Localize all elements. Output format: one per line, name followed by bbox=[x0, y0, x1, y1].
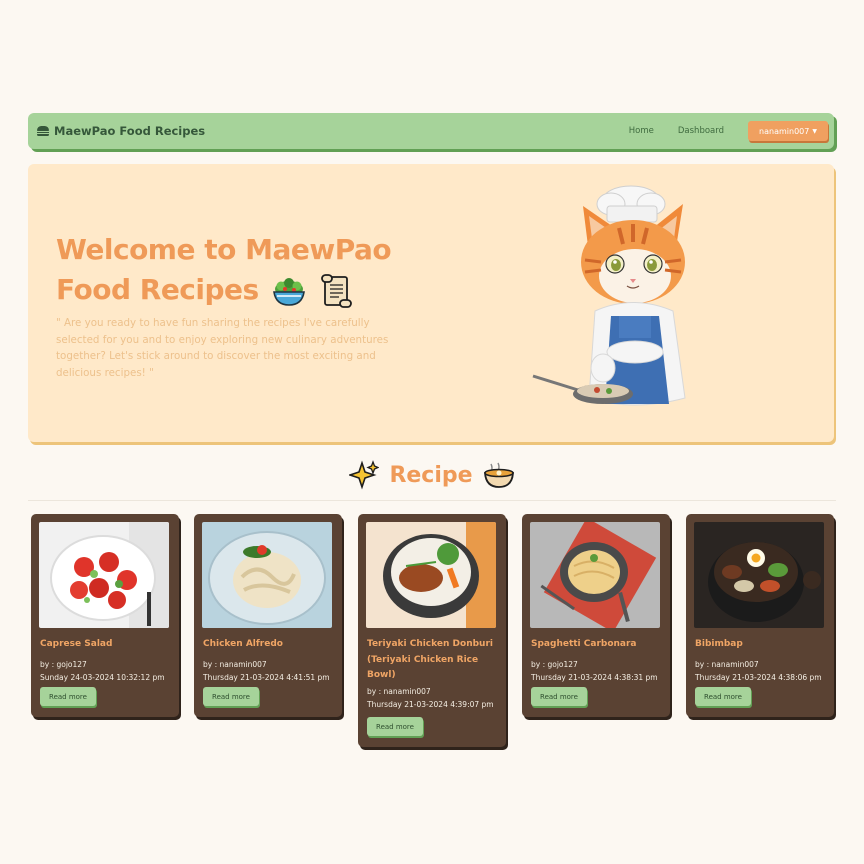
recipe-card[interactable]: Caprese Salad by : gojo127 Sunday 24-03-… bbox=[31, 514, 179, 717]
recipe-card[interactable]: Chicken Alfredo by : nanamin007 Thursday… bbox=[194, 514, 342, 717]
read-more-button[interactable]: Read more bbox=[531, 687, 587, 706]
sparkles-icon bbox=[349, 460, 380, 490]
user-menu-button[interactable]: nanamin007 ▼ bbox=[748, 121, 828, 141]
recipe-photo-chicken-alfredo[interactable] bbox=[202, 522, 332, 628]
recipe-date: Thursday 21-03-2024 4:38:31 pm bbox=[531, 673, 658, 682]
caret-down-icon: ▼ bbox=[812, 127, 817, 135]
section-divider bbox=[28, 500, 836, 501]
hero-banner: Welcome to MaewPao Food Recipes " Are yo… bbox=[28, 164, 834, 442]
recipe-author: by : gojo127 bbox=[40, 660, 87, 669]
bowl-icon bbox=[483, 462, 514, 488]
read-more-button[interactable]: Read more bbox=[367, 717, 423, 736]
recipe-title[interactable]: Chicken Alfredo bbox=[203, 637, 333, 653]
read-more-button[interactable]: Read more bbox=[203, 687, 259, 706]
hero-quote: " Are you ready to have fun sharing the … bbox=[56, 317, 389, 379]
nav-dashboard-link[interactable]: Dashboard bbox=[678, 126, 724, 136]
hero-title-line2: Food Recipes bbox=[56, 273, 259, 306]
recipe-photo-spaghetti-carbonara[interactable] bbox=[530, 522, 660, 628]
recipe-date: Sunday 24-03-2024 10:32:12 pm bbox=[40, 673, 165, 682]
recipe-author: by : gojo127 bbox=[531, 660, 578, 669]
recipe-photo-teriyaki-donburi[interactable] bbox=[366, 522, 496, 628]
hero-title-line1: Welcome to MaewPao bbox=[56, 233, 392, 266]
read-more-button[interactable]: Read more bbox=[695, 687, 751, 706]
brand[interactable]: MaewPao Food Recipes bbox=[37, 124, 205, 138]
navbar: MaewPao Food Recipes Home Dashboard nana… bbox=[28, 113, 834, 149]
chef-cat-illustration bbox=[532, 185, 686, 406]
recipe-title[interactable]: Bibimbap bbox=[695, 637, 825, 653]
scroll-icon bbox=[321, 274, 353, 308]
recipe-photo-bibimbap[interactable] bbox=[694, 522, 824, 628]
recipe-author: by : nanamin007 bbox=[203, 660, 267, 669]
read-more-button[interactable]: Read more bbox=[40, 687, 96, 706]
recipe-author: by : nanamin007 bbox=[695, 660, 759, 669]
hero-title: Welcome to MaewPao Food Recipes bbox=[56, 230, 416, 310]
recipe-title[interactable]: Teriyaki Chicken Donburi (Teriyaki Chick… bbox=[367, 637, 497, 684]
recipe-card[interactable]: Teriyaki Chicken Donburi (Teriyaki Chick… bbox=[358, 514, 506, 747]
brand-title[interactable]: MaewPao Food Recipes bbox=[54, 124, 205, 138]
recipe-date: Thursday 21-03-2024 4:41:51 pm bbox=[203, 673, 330, 682]
recipe-section-title: Recipe bbox=[389, 462, 473, 488]
user-name: nanamin007 bbox=[759, 126, 810, 136]
burger-icon bbox=[37, 126, 49, 136]
nav-home-link[interactable]: Home bbox=[629, 126, 654, 136]
recipe-card[interactable]: Bibimbap by : nanamin007 Thursday 21-03-… bbox=[686, 514, 834, 717]
recipe-card[interactable]: Spaghetti Carbonara by : gojo127 Thursda… bbox=[522, 514, 670, 717]
recipe-title[interactable]: Spaghetti Carbonara bbox=[531, 637, 661, 653]
recipe-author: by : nanamin007 bbox=[367, 687, 431, 696]
recipe-photo-caprese-salad[interactable] bbox=[39, 522, 169, 628]
recipe-title[interactable]: Caprese Salad bbox=[40, 637, 170, 653]
recipe-date: Thursday 21-03-2024 4:39:07 pm bbox=[367, 700, 494, 709]
recipe-section-heading: Recipe bbox=[0, 460, 864, 496]
recipe-date: Thursday 21-03-2024 4:38:06 pm bbox=[695, 673, 822, 682]
salad-icon bbox=[273, 278, 305, 306]
